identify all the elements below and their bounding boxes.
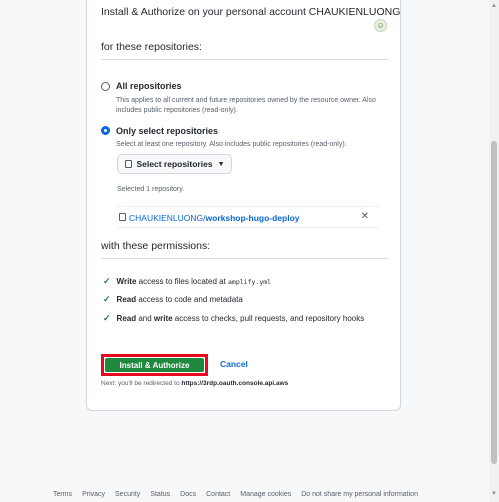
- caret-down-icon: ▼: [217, 160, 225, 168]
- repo-full-name: CHAUKIENLUONG/workshop-hugo-deploy: [129, 213, 300, 223]
- scroll-up-icon[interactable]: ▲: [491, 3, 497, 9]
- footer-link-status[interactable]: Status: [150, 491, 170, 498]
- vertical-scrollbar[interactable]: ▲ ▼: [489, 0, 499, 502]
- install-header: Install & Authorize on your personal acc…: [101, 6, 401, 18]
- repo-owner[interactable]: CHAUKIENLUONG: [129, 213, 203, 223]
- footer-link-privacy[interactable]: Privacy: [82, 491, 105, 498]
- footer-links: Terms Privacy Security Status Docs Conta…: [53, 491, 418, 498]
- scroll-thumb[interactable]: [491, 141, 497, 464]
- radio-only-select-repositories[interactable]: [101, 126, 110, 135]
- only-select-desc: Select at least one repository. Also inc…: [116, 141, 347, 148]
- permission-item: ✓ Read and write access to checks, pull r…: [103, 313, 365, 323]
- footer-link-terms[interactable]: Terms: [53, 491, 72, 498]
- repositories-heading: for these repositories:: [101, 41, 202, 53]
- check-icon: ✓: [103, 313, 111, 323]
- selected-repo-row: CHAUKIENLUONG/workshop-hugo-deploy ✕: [117, 206, 379, 228]
- divider: [101, 59, 388, 60]
- install-authorize-button[interactable]: Install & Authorize: [105, 358, 204, 372]
- scroll-down-icon[interactable]: ▼: [491, 491, 497, 497]
- radio-all-repositories[interactable]: [101, 82, 110, 91]
- footer-link-do-not-share[interactable]: Do not share my personal information: [301, 491, 418, 498]
- install-button-highlight: Install & Authorize: [101, 354, 208, 376]
- repo-name[interactable]: workshop-hugo-deploy: [206, 213, 300, 223]
- select-repositories-label: Select repositories: [136, 159, 213, 169]
- repo-icon: [119, 213, 126, 221]
- redirect-url: https://3rdp.oauth.console.api.aws: [181, 380, 289, 387]
- footer-link-contact[interactable]: Contact: [206, 491, 230, 498]
- install-card: Install & Authorize on your personal acc…: [86, 0, 401, 411]
- redirect-note: Next: you'll be redirected to https://3r…: [101, 380, 289, 387]
- all-repositories-desc: This applies to all current and future r…: [116, 97, 376, 114]
- select-repositories-button[interactable]: Select repositories ▼: [117, 154, 232, 174]
- divider: [101, 258, 388, 259]
- permissions-heading: with these permissions:: [101, 240, 211, 252]
- remove-repo-icon[interactable]: ✕: [361, 211, 369, 222]
- footer-link-manage-cookies[interactable]: Manage cookies: [240, 491, 291, 498]
- check-icon: ✓: [103, 276, 111, 286]
- repo-icon: [124, 160, 132, 168]
- footer-link-docs[interactable]: Docs: [180, 491, 196, 498]
- all-repositories-label: All repositories: [116, 81, 182, 91]
- check-icon: ✓: [103, 294, 111, 304]
- footer-link-security[interactable]: Security: [115, 491, 140, 498]
- permission-item: ✓ Write access to files located at amplif…: [103, 276, 272, 286]
- avatar: ☺: [374, 19, 387, 32]
- selected-count: Selected 1 repository.: [117, 186, 185, 193]
- cancel-link[interactable]: Cancel: [220, 359, 248, 369]
- permission-item: ✓ Read access to code and metadata: [103, 294, 243, 304]
- only-select-label: Only select repositories: [116, 126, 219, 136]
